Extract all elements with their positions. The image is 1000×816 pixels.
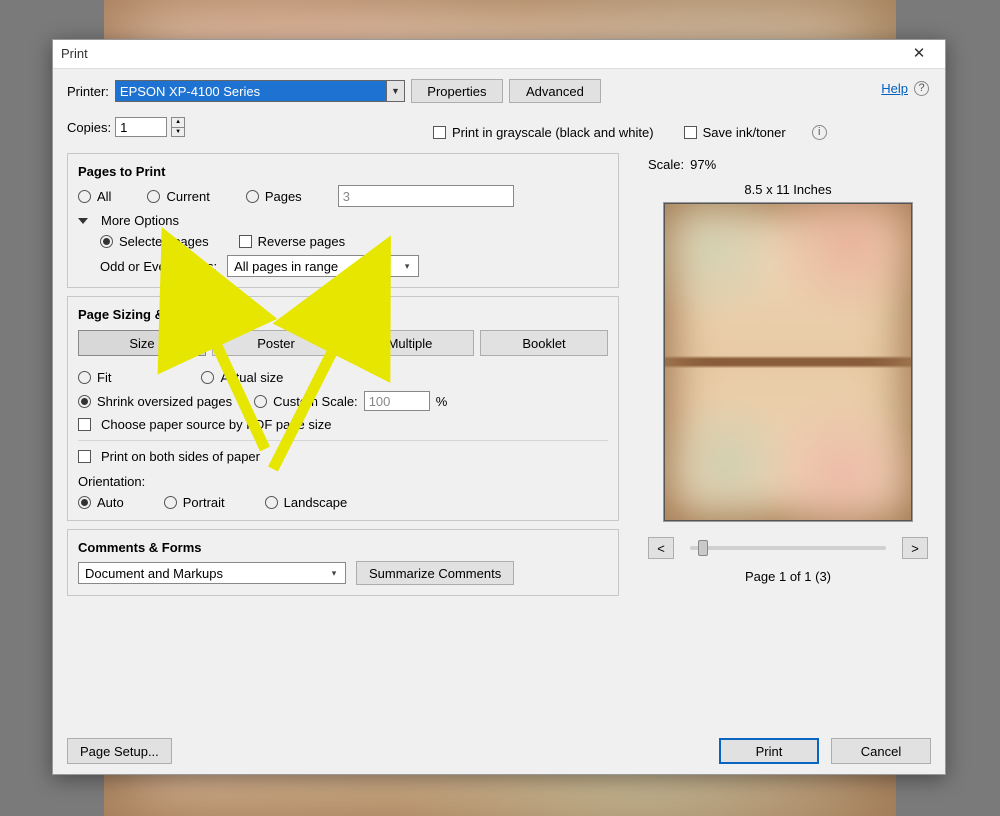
grayscale-checkbox[interactable] bbox=[433, 126, 446, 139]
preview-image bbox=[665, 204, 911, 520]
copies-spinner[interactable]: ▲▼ bbox=[171, 117, 185, 137]
duplex-checkbox[interactable] bbox=[78, 450, 91, 463]
actual-label: Actual size bbox=[220, 370, 283, 385]
odd-even-label: Odd or Even Pages: bbox=[100, 259, 217, 274]
duplex-label: Print on both sides of paper bbox=[101, 449, 260, 464]
portrait-radio[interactable] bbox=[164, 496, 177, 509]
titlebar: Print ✕ bbox=[53, 40, 945, 68]
auto-label: Auto bbox=[97, 495, 124, 510]
pages-heading: Pages to Print bbox=[78, 164, 165, 179]
percent-label: % bbox=[436, 394, 448, 409]
page-setup-button[interactable]: Page Setup... bbox=[67, 738, 172, 764]
custom-radio[interactable] bbox=[254, 395, 267, 408]
odd-even-value: All pages in range bbox=[234, 259, 338, 274]
landscape-label: Landscape bbox=[284, 495, 348, 510]
orientation-label: Orientation: bbox=[78, 474, 608, 489]
selected-pages-label: Selected pages bbox=[119, 234, 209, 249]
auto-radio[interactable] bbox=[78, 496, 91, 509]
selected-pages-radio[interactable] bbox=[100, 235, 113, 248]
all-label: All bbox=[97, 189, 111, 204]
sizing-info-icon[interactable]: i bbox=[229, 307, 244, 322]
comments-section: Comments & Forms Document and Markups ▾ … bbox=[67, 529, 619, 596]
saveink-info-icon[interactable]: i bbox=[812, 125, 827, 140]
print-button[interactable]: Print bbox=[719, 738, 819, 764]
pages-to-print-section: Pages to Print All Current Pages More Op… bbox=[67, 153, 619, 288]
expand-icon[interactable] bbox=[78, 218, 88, 224]
next-page-button[interactable]: > bbox=[902, 537, 928, 559]
comments-value: Document and Markups bbox=[85, 566, 223, 581]
paper-source-label: Choose paper source by PDF page size bbox=[101, 417, 332, 432]
printer-label: Printer: bbox=[67, 84, 109, 99]
landscape-radio[interactable] bbox=[265, 496, 278, 509]
booklet-tab[interactable]: Booklet bbox=[480, 330, 608, 356]
current-label: Current bbox=[166, 189, 209, 204]
advanced-button[interactable]: Advanced bbox=[509, 79, 601, 103]
copies-label: Copies: bbox=[67, 120, 111, 135]
reverse-pages-checkbox[interactable] bbox=[239, 235, 252, 248]
prev-page-button[interactable]: < bbox=[648, 537, 674, 559]
fit-radio[interactable] bbox=[78, 371, 91, 384]
saveink-label: Save ink/toner bbox=[703, 125, 786, 140]
help-info-icon[interactable]: ? bbox=[914, 81, 929, 96]
paper-dims: 8.5 x 11 Inches bbox=[648, 182, 928, 197]
all-radio[interactable] bbox=[78, 190, 91, 203]
more-options-label[interactable]: More Options bbox=[101, 213, 179, 228]
pages-label: Pages bbox=[265, 189, 302, 204]
print-dialog: Print ✕ Printer: EPSON XP-4100 Series ▼ … bbox=[52, 39, 946, 775]
odd-even-select[interactable]: All pages in range ▾ bbox=[227, 255, 419, 277]
current-radio[interactable] bbox=[147, 190, 160, 203]
preview-frame bbox=[664, 203, 912, 521]
saveink-checkbox[interactable] bbox=[684, 126, 697, 139]
sizing-heading: Page Sizing & Handling bbox=[78, 307, 223, 322]
chevron-down-icon: ▾ bbox=[327, 563, 341, 583]
slider-thumb[interactable] bbox=[698, 540, 708, 556]
shrink-radio[interactable] bbox=[78, 395, 91, 408]
custom-scale-input[interactable] bbox=[364, 391, 430, 411]
multiple-tab[interactable]: Multiple bbox=[346, 330, 474, 356]
fit-label: Fit bbox=[97, 370, 111, 385]
reverse-pages-label: Reverse pages bbox=[258, 234, 345, 249]
printer-select[interactable]: EPSON XP-4100 Series ▼ bbox=[115, 80, 405, 102]
custom-label: Custom Scale: bbox=[273, 394, 358, 409]
summarize-button[interactable]: Summarize Comments bbox=[356, 561, 514, 585]
size-tab[interactable]: Size bbox=[78, 330, 206, 356]
comments-heading: Comments & Forms bbox=[78, 540, 202, 555]
printer-value: EPSON XP-4100 Series bbox=[120, 84, 260, 99]
page-slider[interactable] bbox=[690, 546, 886, 550]
chevron-down-icon: ▼ bbox=[386, 81, 404, 101]
comments-select[interactable]: Document and Markups ▾ bbox=[78, 562, 346, 584]
portrait-label: Portrait bbox=[183, 495, 225, 510]
chevron-down-icon: ▾ bbox=[400, 256, 414, 276]
copies-input[interactable] bbox=[115, 117, 167, 137]
actual-radio[interactable] bbox=[201, 371, 214, 384]
pages-input[interactable] bbox=[338, 185, 514, 207]
grayscale-label: Print in grayscale (black and white) bbox=[452, 125, 654, 140]
paper-source-checkbox[interactable] bbox=[78, 418, 91, 431]
help-link[interactable]: Help bbox=[881, 81, 908, 96]
dialog-title: Print bbox=[61, 40, 88, 68]
shrink-label: Shrink oversized pages bbox=[97, 394, 232, 409]
properties-button[interactable]: Properties bbox=[411, 79, 503, 103]
page-sizing-section: Page Sizing & Handling i Size Poster Mul… bbox=[67, 296, 619, 521]
close-button[interactable]: ✕ bbox=[901, 40, 937, 68]
scale-value: 97% bbox=[690, 157, 716, 172]
cancel-button[interactable]: Cancel bbox=[831, 738, 931, 764]
poster-tab[interactable]: Poster bbox=[212, 330, 340, 356]
pages-radio[interactable] bbox=[246, 190, 259, 203]
page-counter: Page 1 of 1 (3) bbox=[648, 569, 928, 584]
scale-label: Scale: bbox=[648, 157, 684, 172]
